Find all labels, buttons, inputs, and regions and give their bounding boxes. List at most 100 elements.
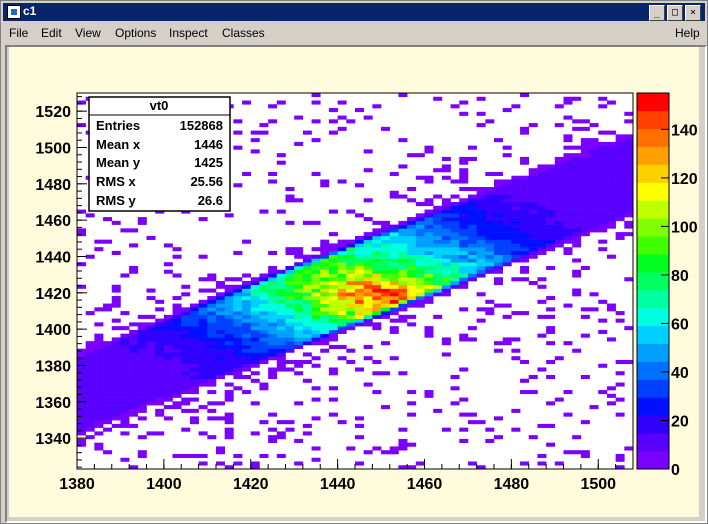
heatmap-cell	[537, 190, 547, 195]
heatmap-cell	[189, 408, 199, 413]
heatmap-cell	[624, 160, 634, 165]
heatmap-cell	[528, 228, 538, 233]
heatmap-cell	[172, 386, 182, 391]
x-tick-label: 1480	[494, 476, 530, 493]
heatmap-cell	[155, 341, 165, 346]
heatmap-cell	[528, 202, 538, 207]
heatmap-cell	[363, 382, 373, 387]
heatmap-cell	[328, 209, 338, 214]
heatmap-cell	[285, 187, 295, 192]
menu-edit[interactable]: Edit	[41, 26, 62, 40]
heatmap-cell	[407, 198, 417, 203]
canvas[interactable]: 1380 1400 1420 1440 1460 1480 1500 1340 1360 1380…	[9, 47, 699, 517]
heatmap-cell	[233, 292, 243, 297]
heatmap-cell	[250, 149, 260, 154]
heatmap-cell	[337, 307, 347, 312]
heatmap-cell	[615, 168, 625, 173]
menu-help[interactable]: Help	[675, 26, 700, 40]
menu-options[interactable]: Options	[115, 26, 156, 40]
heatmap-cell	[103, 408, 113, 413]
heatmap-cell	[415, 461, 425, 466]
heatmap-cell	[476, 123, 486, 128]
heatmap-cell	[181, 359, 191, 365]
heatmap-cell	[268, 299, 278, 304]
heatmap-cell	[111, 344, 121, 349]
heatmap-cell	[537, 247, 547, 252]
heatmap-cell	[163, 378, 173, 383]
heatmap-cell	[615, 453, 625, 459]
heatmap-cell	[207, 382, 217, 387]
heatmap-cell	[502, 209, 512, 214]
heatmap-cell	[459, 277, 469, 282]
heatmap-cell	[476, 273, 486, 278]
close-button[interactable]: ×	[685, 5, 701, 21]
heatmap-cell	[337, 329, 347, 334]
heatmap-cell	[589, 220, 599, 225]
heatmap-cell	[242, 375, 252, 380]
heatmap-cell	[216, 401, 225, 406]
heatmap-cell	[85, 367, 95, 372]
heatmap-cell	[537, 367, 547, 372]
heatmap-cell	[407, 292, 417, 297]
heatmap-cell	[242, 318, 252, 323]
heatmap-cell	[320, 292, 330, 297]
palette-swatch	[637, 325, 669, 344]
heatmap-cell	[198, 318, 208, 323]
heatmap-cell	[520, 93, 530, 98]
heatmap-cell	[598, 187, 608, 192]
stats-box[interactable]: vt0 Entries 152868 Mean x 1446 Mean y 14…	[88, 96, 231, 212]
heatmap-cell	[285, 337, 295, 342]
heatmap-cell	[103, 416, 113, 421]
minimize-button[interactable]: _	[649, 5, 665, 21]
menu-classes[interactable]: Classes	[222, 26, 265, 40]
palette-tick-label: 80	[671, 268, 689, 285]
heatmap-cell	[624, 202, 634, 207]
heatmap-cell	[172, 314, 182, 319]
heatmap-cell	[207, 363, 217, 368]
heatmap-cell	[94, 378, 104, 383]
heatmap-cell	[355, 322, 364, 327]
menu-inspect[interactable]: Inspect	[169, 26, 208, 40]
heatmap-cell	[554, 235, 564, 240]
menu-view[interactable]: View	[75, 26, 101, 40]
heatmap-cell	[242, 337, 252, 342]
heatmap-cell	[476, 254, 486, 259]
heatmap-cell	[216, 416, 225, 421]
heatmap-cell	[328, 243, 338, 248]
heatmap-cell	[294, 461, 304, 466]
heatmap-cell	[268, 171, 278, 177]
heatmap-cell	[207, 322, 217, 327]
heatmap-cell	[250, 344, 260, 349]
heatmap-cell	[546, 228, 556, 233]
heatmap-cell	[494, 247, 503, 252]
heatmap-cell	[320, 284, 330, 289]
heatmap-cell	[346, 299, 356, 304]
menu-file[interactable]: File	[9, 26, 28, 40]
heatmap-cell	[511, 348, 521, 353]
heatmap-cell	[624, 220, 634, 225]
heatmap-cell	[433, 194, 443, 199]
heatmap-cell	[572, 179, 582, 184]
heatmap-cell	[146, 288, 156, 293]
title-bar[interactable]: c1 _ □ ×	[3, 3, 705, 21]
heatmap-cell	[459, 412, 469, 417]
heatmap-cell	[606, 220, 616, 225]
heatmap-cell	[502, 187, 512, 192]
heatmap-cell	[155, 356, 165, 361]
heatmap-cell	[146, 378, 156, 383]
heatmap-cell	[294, 277, 304, 282]
heatmap-cell	[103, 450, 113, 455]
heatmap-cell	[198, 363, 208, 368]
heatmap-cell	[407, 401, 417, 406]
heatmap-cell	[320, 254, 330, 259]
heatmap-cell	[589, 149, 599, 154]
heatmap-cell	[389, 281, 399, 286]
histogram-plot[interactable]: 1380 1400 1420 1440 1460 1480 1500134013601380…	[9, 47, 699, 517]
heatmap-cell	[563, 247, 573, 252]
heatmap-cell	[103, 239, 113, 244]
heatmap-cell	[554, 190, 564, 195]
heatmap-cell	[224, 299, 234, 304]
heatmap-cell	[294, 288, 304, 293]
maximize-button[interactable]: □	[667, 5, 683, 21]
heatmap-cell	[476, 420, 486, 425]
